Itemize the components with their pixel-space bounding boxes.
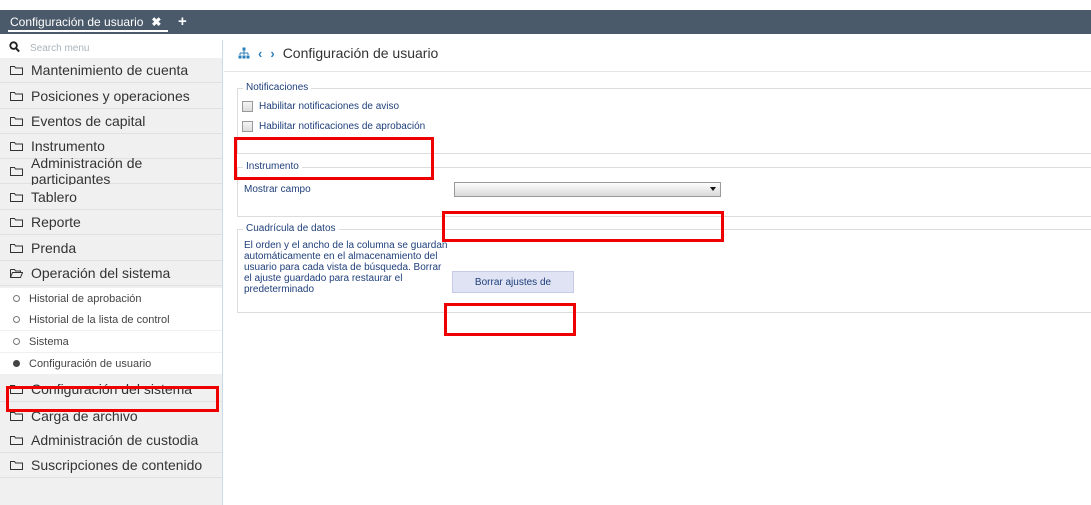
subitem-sistema[interactable]: Sistema [0,331,222,352]
page-title: Configuración de usuario [282,45,439,61]
sidebar-item-label: Tablero [31,189,77,205]
sidebar-item-label: Prenda [31,240,77,256]
folder-icon [10,142,23,151]
top-tab-bar: Configuración de usuario ✖ + [0,10,1091,34]
folder-icon [10,461,23,470]
subitem-historial-aprobacion[interactable]: Historial de aprobación [0,288,222,309]
mostrar-campo-select[interactable] [454,182,721,197]
subitem-configuracion-usuario[interactable]: Configuración de usuario [0,353,222,374]
divider [224,71,1091,72]
chevron-left-icon[interactable]: ‹ [258,46,262,61]
folder-icon [10,167,23,176]
bullet-selected-icon [13,360,20,367]
subitem-label: Historial de aprobación [29,292,142,305]
sidebar-item-mantenimiento-cuenta[interactable]: Mantenimiento de cuenta [0,58,222,83]
aprobacion-label: Habilitar notificaciones de aprobación [259,121,426,132]
bullet-icon [13,316,20,323]
sidebar-item-administracion-participantes[interactable]: Administración de participantes [0,155,222,187]
aviso-label: Habilitar notificaciones de aviso [259,101,400,112]
sidebar-item-suscripciones-contenido[interactable]: Suscripciones de contenido [0,453,222,478]
cuadricula-legend: Cuadrícula de datos [243,223,339,234]
sidebar-item-label: Instrumento [31,138,105,154]
folder-icon [10,66,23,75]
add-tab-icon[interactable]: + [178,13,187,30]
tab-active-indicator [8,30,168,32]
sidebar-item-posiciones-operaciones[interactable]: Posiciones y operaciones [0,84,222,109]
sidebar-item-label: Operación del sistema [31,265,171,281]
close-icon[interactable]: ✖ [151,15,161,29]
sidebar-item-label: Reporte [31,214,81,230]
annotation-highlight [442,211,724,242]
tab-label: Configuración de usuario [10,15,144,29]
cuadricula-description: El orden y el ancho de la columna se gua… [244,240,448,295]
folder-icon [10,412,23,421]
sidebar-item-label: Administración de participantes [31,155,143,187]
subitem-label: Sistema [29,335,69,348]
tab-configuracion-usuario[interactable]: Configuración de usuario ✖ [0,10,169,34]
chevron-down-icon [710,187,716,191]
search-placeholder: Search menu [30,43,90,54]
sidebar-item-label: Administración de custodia [31,432,199,448]
aviso-checkbox[interactable] [242,101,253,112]
sidebar-item-label: Suscripciones de contenido [31,457,203,473]
bullet-icon [13,338,20,345]
folder-icon [10,244,23,253]
sidebar-item-eventos-capital[interactable]: Eventos de capital [0,109,222,134]
aviso-checkbox-row[interactable]: Habilitar notificaciones de aviso [242,101,399,112]
sidebar-item-label: Mantenimiento de cuenta [31,62,189,78]
annotation-highlight [234,137,434,180]
folder-open-icon [10,269,23,278]
borrar-ajustes-button[interactable]: Borrar ajustes de [452,271,574,293]
mostrar-campo-label: Mostrar campo [244,184,311,195]
bullet-icon [13,295,20,302]
folder-icon [10,218,23,227]
folder-icon [10,92,23,101]
search-menu[interactable]: Search menu [0,40,222,58]
folder-icon [10,193,23,202]
sitemap-icon[interactable] [238,47,250,59]
annotation-highlight [6,386,219,412]
sidebar-item-tablero[interactable]: Tablero [0,185,222,210]
subitem-historial-lista-control[interactable]: Historial de la lista de control [0,309,222,330]
annotation-highlight [444,303,576,336]
sidebar-item-reporte[interactable]: Reporte [0,210,222,235]
sidebar-item-label: Eventos de capital [31,113,146,129]
sidebar-item-administracion-custodia[interactable]: Administración de custodia [0,428,222,453]
sidebar: Search menu Mantenimiento de cuenta Posi… [0,40,223,505]
sidebar-item-operacion-sistema[interactable]: Operación del sistema [0,261,222,286]
aprobacion-checkbox-row[interactable]: Habilitar notificaciones de aprobación [242,121,425,132]
folder-icon [10,436,23,445]
subitem-label: Configuración de usuario [29,357,152,370]
subitem-label: Historial de la lista de control [29,313,170,326]
search-icon [9,41,20,53]
sidebar-item-label: Posiciones y operaciones [31,88,190,104]
aprobacion-checkbox[interactable] [242,121,253,132]
chevron-right-icon[interactable]: › [270,46,274,61]
notificaciones-legend: Notificaciones [243,82,312,93]
breadcrumb: ‹ › Configuración de usuario [238,44,438,62]
folder-icon [10,117,23,126]
sidebar-item-prenda[interactable]: Prenda [0,236,222,261]
